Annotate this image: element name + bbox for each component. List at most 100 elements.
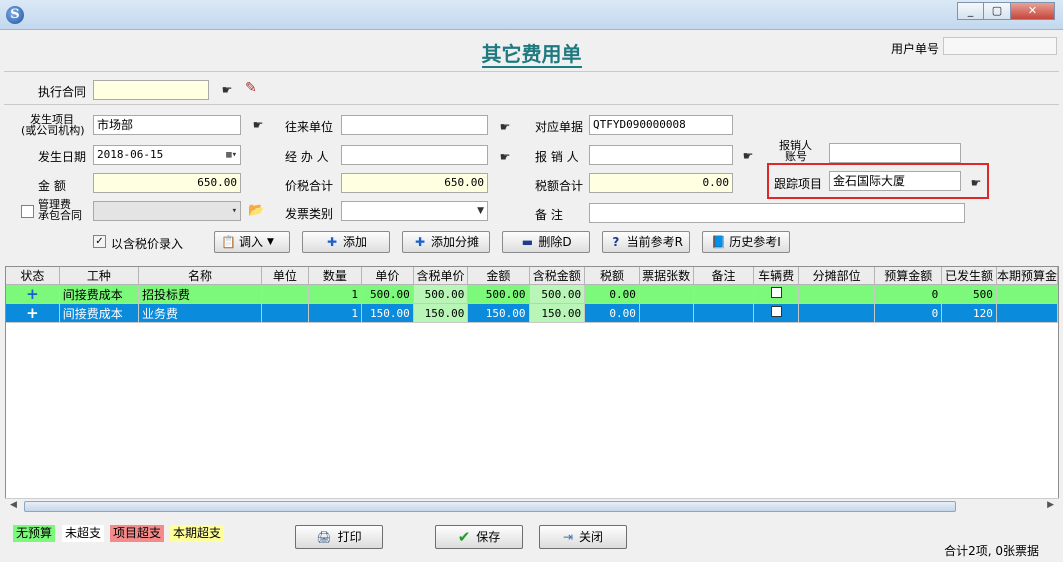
column-header[interactable]: 金额 — [467, 267, 530, 285]
table-row[interactable]: + 间接费成本 业务费 1 150.00 150.00 150.00 150.00 0.00 0 1… — [6, 303, 1058, 323]
total-input: 650.00 — [341, 173, 488, 193]
project-picker-icon[interactable] — [250, 119, 266, 131]
horizontal-scrollbar[interactable]: ◀ ▶ — [5, 498, 1059, 514]
column-header[interactable]: 数量 — [308, 267, 363, 285]
table-row[interactable]: + 间接费成本 招投标费 1 500.00 500.00 500.00 500.00 0.00 0… — [6, 284, 1058, 304]
column-header[interactable]: 单位 — [261, 267, 309, 285]
save-button[interactable]: ✔ 保存 — [435, 525, 523, 549]
counterparty-picker-icon[interactable] — [497, 121, 513, 133]
cell-unit[interactable] — [261, 303, 309, 323]
column-header[interactable]: 备注 — [693, 267, 755, 285]
column-header[interactable]: 分摊部位 — [798, 267, 876, 285]
cell-amount[interactable]: 500.00 — [467, 284, 530, 304]
add-split-button[interactable]: ✚ 添加分摊 — [402, 231, 490, 253]
cell-occurred[interactable]: 120 — [941, 303, 997, 323]
project-input[interactable]: 市场部 — [93, 115, 241, 135]
expense-grid[interactable]: 状态 工种 名称 单位 数量 单价 含税单价 金额 含税金额 税额 票据张数 备注 车辆费 分摊部位 预算金… — [5, 266, 1059, 512]
cell-name[interactable]: 业务费 — [138, 303, 262, 323]
close-window-button[interactable]: ✕ — [1011, 2, 1055, 20]
legend-period-over: 本期超支 — [170, 525, 225, 542]
column-header[interactable]: 税额 — [584, 267, 640, 285]
print-button[interactable]: 🖨 打印 — [295, 525, 383, 549]
maximize-button[interactable]: ▢ — [984, 2, 1011, 20]
amount-input[interactable]: 650.00 — [93, 173, 241, 193]
vehicle-fee-cell[interactable] — [753, 303, 799, 323]
scroll-left-icon[interactable]: ◀ — [10, 500, 17, 510]
column-header[interactable]: 含税金额 — [529, 267, 586, 285]
folder-icon[interactable]: 📂 — [248, 203, 264, 218]
column-header[interactable]: 本期预算金 — [996, 267, 1058, 285]
cell-amount[interactable]: 150.00 — [467, 303, 530, 323]
cell-tax-amount[interactable]: 150.00 — [529, 303, 586, 323]
cell-remark[interactable] — [693, 303, 755, 323]
column-header[interactable]: 工种 — [59, 267, 140, 285]
close-button[interactable]: ⇥ 关闭 — [539, 525, 627, 549]
cell-type[interactable]: 间接费成本 — [59, 303, 140, 323]
cell-period-budget[interactable] — [996, 284, 1058, 304]
clear-brush-icon[interactable]: ✎ — [245, 80, 257, 96]
vehicle-fee-checkbox[interactable] — [770, 306, 782, 317]
cell-tax-price[interactable]: 500.00 — [413, 284, 469, 304]
column-header[interactable]: 状态 — [6, 267, 60, 285]
delete-button[interactable]: ▬ 删除D — [502, 231, 590, 253]
cell-bills[interactable] — [639, 284, 694, 304]
cell-split[interactable] — [798, 303, 876, 323]
cell-price[interactable]: 500.00 — [361, 284, 414, 304]
reimburser-account-input[interactable] — [829, 143, 961, 163]
cell-split[interactable] — [798, 284, 876, 304]
current-ref-button[interactable]: ? 当前参考R — [602, 231, 690, 253]
history-ref-button[interactable]: 📘 历史参考I — [702, 231, 790, 253]
minimize-button[interactable]: _ — [957, 2, 984, 20]
counterparty-input[interactable] — [341, 115, 488, 135]
cell-price[interactable]: 150.00 — [361, 303, 414, 323]
column-header[interactable]: 单价 — [361, 267, 414, 285]
chevron-down-icon[interactable]: ▼ — [477, 202, 484, 220]
cell-tax-amount[interactable]: 500.00 — [529, 284, 586, 304]
doc-input[interactable]: QTFYD090000008 — [589, 115, 733, 135]
cell-tax-price[interactable]: 150.00 — [413, 303, 469, 323]
cell-unit[interactable] — [261, 284, 309, 304]
cell-budget[interactable]: 0 — [874, 284, 943, 304]
column-header[interactable]: 含税单价 — [413, 267, 469, 285]
contract-input[interactable] — [93, 80, 209, 100]
calendar-dropdown-icon[interactable]: ▦▾ — [226, 146, 237, 164]
cell-qty[interactable]: 1 — [308, 303, 363, 323]
cell-bills[interactable] — [639, 303, 694, 323]
cell-name[interactable]: 招投标费 — [138, 284, 262, 304]
date-input[interactable]: 2018-06-15 ▦▾ — [93, 145, 241, 165]
vehicle-fee-checkbox[interactable] — [770, 287, 782, 298]
column-header[interactable]: 预算金额 — [874, 267, 943, 285]
handler-input[interactable] — [341, 145, 488, 165]
tax-incl-checkbox[interactable]: ✓ — [93, 235, 106, 248]
mgmt-label-2: 承包合同 — [38, 209, 82, 222]
remark-input[interactable] — [589, 203, 965, 223]
reimburser-picker-icon[interactable] — [740, 150, 756, 162]
row-status-cell[interactable]: + — [6, 303, 60, 323]
contract-picker-icon[interactable] — [219, 84, 235, 96]
reimburser-input[interactable] — [589, 145, 733, 165]
cell-type[interactable]: 间接费成本 — [59, 284, 140, 304]
column-header[interactable]: 已发生额 — [941, 267, 997, 285]
column-header[interactable]: 车辆费 — [753, 267, 799, 285]
cell-occurred[interactable]: 500 — [941, 284, 997, 304]
handler-picker-icon[interactable] — [497, 151, 513, 163]
column-header[interactable]: 票据张数 — [639, 267, 694, 285]
column-header[interactable]: 名称 — [138, 267, 262, 285]
row-status-cell[interactable]: + — [6, 284, 60, 304]
cell-qty[interactable]: 1 — [308, 284, 363, 304]
cell-budget[interactable]: 0 — [874, 303, 943, 323]
cell-period-budget[interactable] — [996, 303, 1058, 323]
mgmt-checkbox[interactable] — [21, 205, 34, 218]
add-button[interactable]: ✚ 添加 — [302, 231, 390, 253]
invoice-type-select[interactable]: ▼ — [341, 201, 488, 221]
tax-label: 税额合计 — [535, 179, 584, 193]
user-no-input[interactable] — [943, 37, 1057, 55]
scrollbar-thumb[interactable] — [24, 501, 956, 512]
grid-body: + 间接费成本 招投标费 1 500.00 500.00 500.00 500.00 0.00 0… — [6, 284, 1058, 323]
cell-tax[interactable]: 0.00 — [584, 303, 640, 323]
scroll-right-icon[interactable]: ▶ — [1047, 500, 1054, 510]
cell-tax[interactable]: 0.00 — [584, 284, 640, 304]
cell-remark[interactable] — [693, 284, 755, 304]
import-button[interactable]: 📋 调入 ▼ — [214, 231, 290, 253]
vehicle-fee-cell[interactable] — [753, 284, 799, 304]
